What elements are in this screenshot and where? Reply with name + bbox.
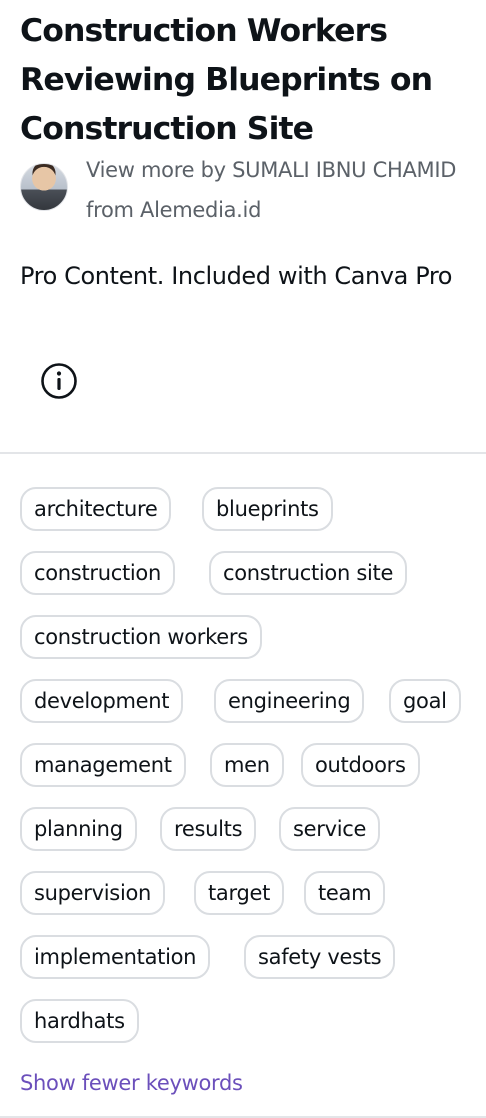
keyword-chip[interactable]: goal <box>389 679 461 723</box>
author-row[interactable]: View more by SUMALI IBNU CHAMID from Ale… <box>20 150 460 230</box>
author-link[interactable]: View more by SUMALI IBNU CHAMID from Ale… <box>86 150 460 230</box>
show-fewer-keywords-link[interactable]: Show fewer keywords <box>20 1064 243 1102</box>
keyword-chip[interactable]: team <box>304 871 386 915</box>
info-icon[interactable] <box>40 362 78 400</box>
keyword-chip[interactable]: supervision <box>20 871 166 915</box>
keyword-chip[interactable]: target <box>194 871 285 915</box>
asset-title: Construction Workers Reviewing Blueprint… <box>20 13 433 147</box>
keyword-chip[interactable]: development <box>20 679 184 723</box>
keyword-chip[interactable]: construction <box>20 551 175 595</box>
keyword-chip[interactable]: planning <box>20 807 137 851</box>
keyword-chip[interactable]: architecture <box>20 487 172 531</box>
keyword-chip[interactable]: management <box>20 743 186 787</box>
keyword-chip[interactable]: blueprints <box>202 487 333 531</box>
section-divider <box>0 452 486 454</box>
pro-content-label: Pro Content. Included with Canva Pro <box>20 262 453 290</box>
keyword-chip[interactable]: men <box>210 743 284 787</box>
keyword-chip[interactable]: service <box>279 807 381 851</box>
keyword-chip[interactable]: outdoors <box>301 743 420 787</box>
keyword-chip[interactable]: safety vests <box>244 935 396 979</box>
keyword-chip[interactable]: hardhats <box>20 999 139 1043</box>
keyword-chip[interactable]: engineering <box>214 679 365 723</box>
keyword-chip[interactable]: construction site <box>209 551 408 595</box>
author-avatar[interactable] <box>20 163 68 211</box>
keyword-chip[interactable]: results <box>160 807 257 851</box>
keyword-chip[interactable]: implementation <box>20 935 211 979</box>
keyword-chip[interactable]: construction workers <box>20 615 262 659</box>
